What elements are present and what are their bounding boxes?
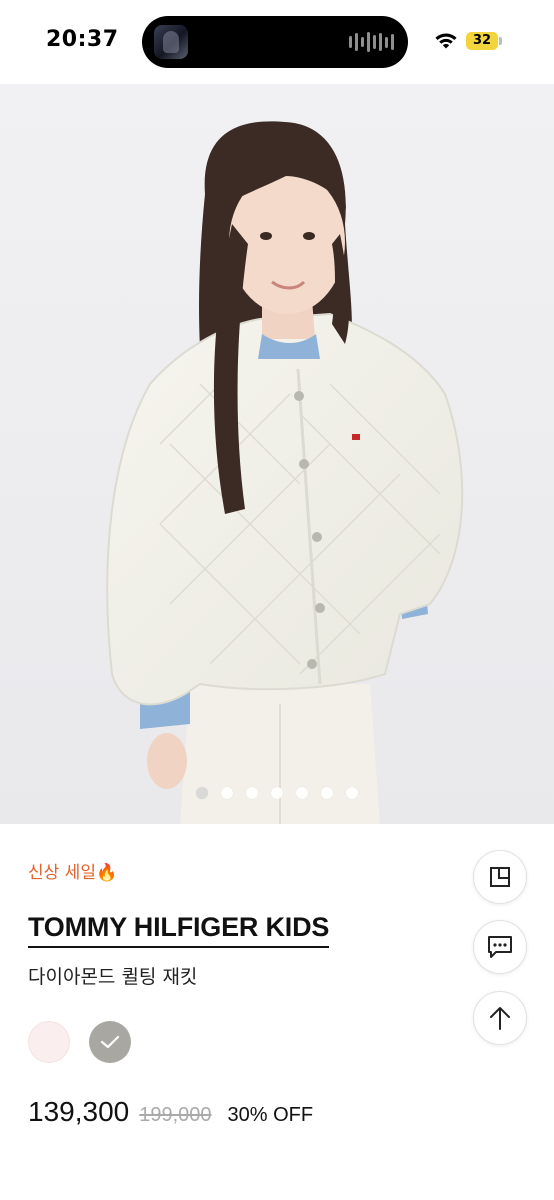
recent-view-icon <box>490 867 510 887</box>
brand-link[interactable]: TOMMY HILFIGER KIDS <box>28 912 329 948</box>
original-price: 199,000 <box>139 1104 212 1126</box>
discount-rate: 30% OFF <box>227 1104 314 1126</box>
carousel-dot[interactable] <box>246 787 258 799</box>
battery-icon: 32 <box>466 32 498 50</box>
status-bar: 20:37 32 <box>0 0 554 84</box>
sale-price: 139,300 <box>28 1096 130 1127</box>
carousel-dot[interactable] <box>346 787 358 799</box>
carousel-dot[interactable] <box>221 787 233 799</box>
price-row: 139,300 199,000 30% OFF <box>28 1096 313 1128</box>
audio-wave-icon <box>349 32 394 52</box>
chat-icon <box>488 936 512 958</box>
dynamic-island[interactable] <box>142 16 408 68</box>
chat-button[interactable] <box>473 920 527 974</box>
wifi-icon <box>435 33 457 49</box>
product-photo <box>0 84 554 824</box>
recent-view-button[interactable] <box>473 850 527 904</box>
carousel-dot[interactable] <box>296 787 308 799</box>
carousel-dot[interactable] <box>196 787 208 799</box>
status-time: 20:37 <box>46 27 119 52</box>
product-image[interactable] <box>0 84 554 824</box>
carousel-dots <box>0 787 554 799</box>
album-art-icon[interactable] <box>154 25 188 59</box>
color-swatch-grey[interactable] <box>89 1021 131 1063</box>
product-title: 다이아몬드 퀼팅 재킷 <box>28 966 198 988</box>
carousel-dot[interactable] <box>271 787 283 799</box>
sale-badge: 신상 세일🔥 <box>28 863 118 883</box>
scroll-top-icon <box>490 1007 510 1030</box>
battery-tip <box>499 37 502 45</box>
check-icon <box>100 1035 120 1049</box>
carousel-dot[interactable] <box>321 787 333 799</box>
scroll-top-button[interactable] <box>473 991 527 1045</box>
color-swatch-pink[interactable] <box>28 1021 70 1063</box>
